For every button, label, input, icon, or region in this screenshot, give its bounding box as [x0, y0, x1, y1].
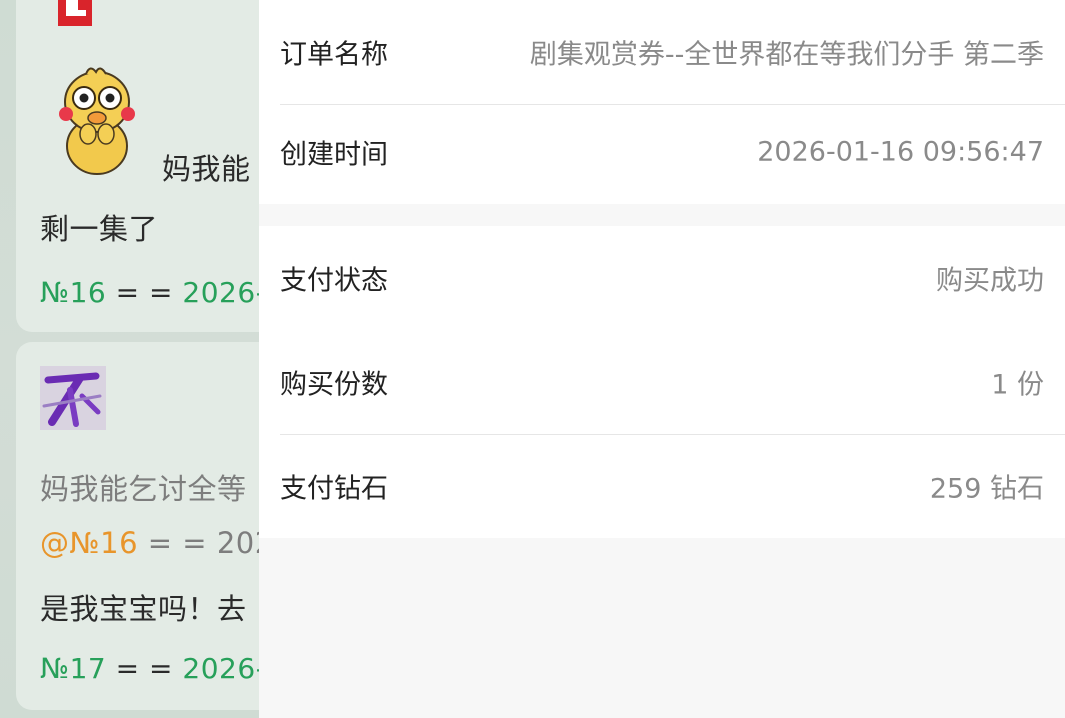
paid-diamond-label: 支付钻石 [280, 473, 388, 505]
payment-status-value: 购买成功 [936, 265, 1044, 297]
comment-meta: №17 = = 2026-0 [40, 652, 260, 685]
order-name-value: 剧集观赏券--全世界都在等我们分手 第二季 [529, 39, 1044, 71]
payment-info-section: 支付状态 购买成功 购买份数 1 份 支付钻石 259 钻石 [259, 226, 1065, 538]
paid-diamond-value: 259 钻石 [929, 473, 1044, 505]
comment-feed: 妈我能 剩一集了 №16 = = 2026-0 妈我能乞讨全等 @№16 = =… [0, 0, 260, 718]
order-info-section: 订单名称 剧集观赏券--全世界都在等我们分手 第二季 创建时间 2026-01-… [259, 0, 1065, 204]
reply-meta: @№16 = = 202 [40, 526, 260, 560]
order-name-label: 订单名称 [280, 39, 388, 71]
created-time-label: 创建时间 [280, 139, 388, 171]
paid-diamond-row: 支付钻石 259 钻石 [280, 434, 1065, 538]
purchase-quantity-value: 1 份 [991, 369, 1044, 401]
order-detail-panel: 订单名称 剧集观赏券--全世界都在等我们分手 第二季 创建时间 2026-01-… [259, 0, 1065, 718]
comment-text: 是我宝宝吗！去 [40, 592, 247, 626]
comment-date: 2026-0 [182, 652, 260, 685]
user-id[interactable]: №16 [40, 276, 106, 309]
purchase-quantity-row: 购买份数 1 份 [280, 330, 1065, 435]
reply-date: 202 [216, 526, 260, 560]
user-separator: = = [115, 276, 173, 309]
user-separator: = = [147, 526, 208, 560]
avatar[interactable] [40, 366, 106, 430]
user-id[interactable]: №17 [40, 652, 106, 685]
payment-status-label: 支付状态 [280, 265, 388, 297]
comment-meta: №16 = = 2026-0 [40, 276, 260, 309]
mention-user[interactable]: @№16 [40, 526, 138, 560]
comment-date: 2026-0 [182, 276, 260, 309]
payment-status-row: 支付状态 购买成功 [280, 226, 1065, 330]
created-time-value: 2026-01-16 09:56:47 [757, 136, 1044, 168]
comment-text: 妈我能 [162, 152, 251, 186]
comment-text: 剩一集了 [40, 212, 159, 246]
order-name-row: 订单名称 剧集观赏券--全世界都在等我们分手 第二季 [280, 0, 1065, 105]
sticker-icon [58, 0, 92, 26]
purchase-quantity-label: 购买份数 [280, 369, 388, 401]
duck-sticker-icon [59, 67, 135, 175]
created-time-row: 创建时间 2026-01-16 09:56:47 [280, 100, 1065, 204]
user-separator: = = [115, 652, 173, 685]
comment-text: 妈我能乞讨全等 [40, 472, 247, 506]
